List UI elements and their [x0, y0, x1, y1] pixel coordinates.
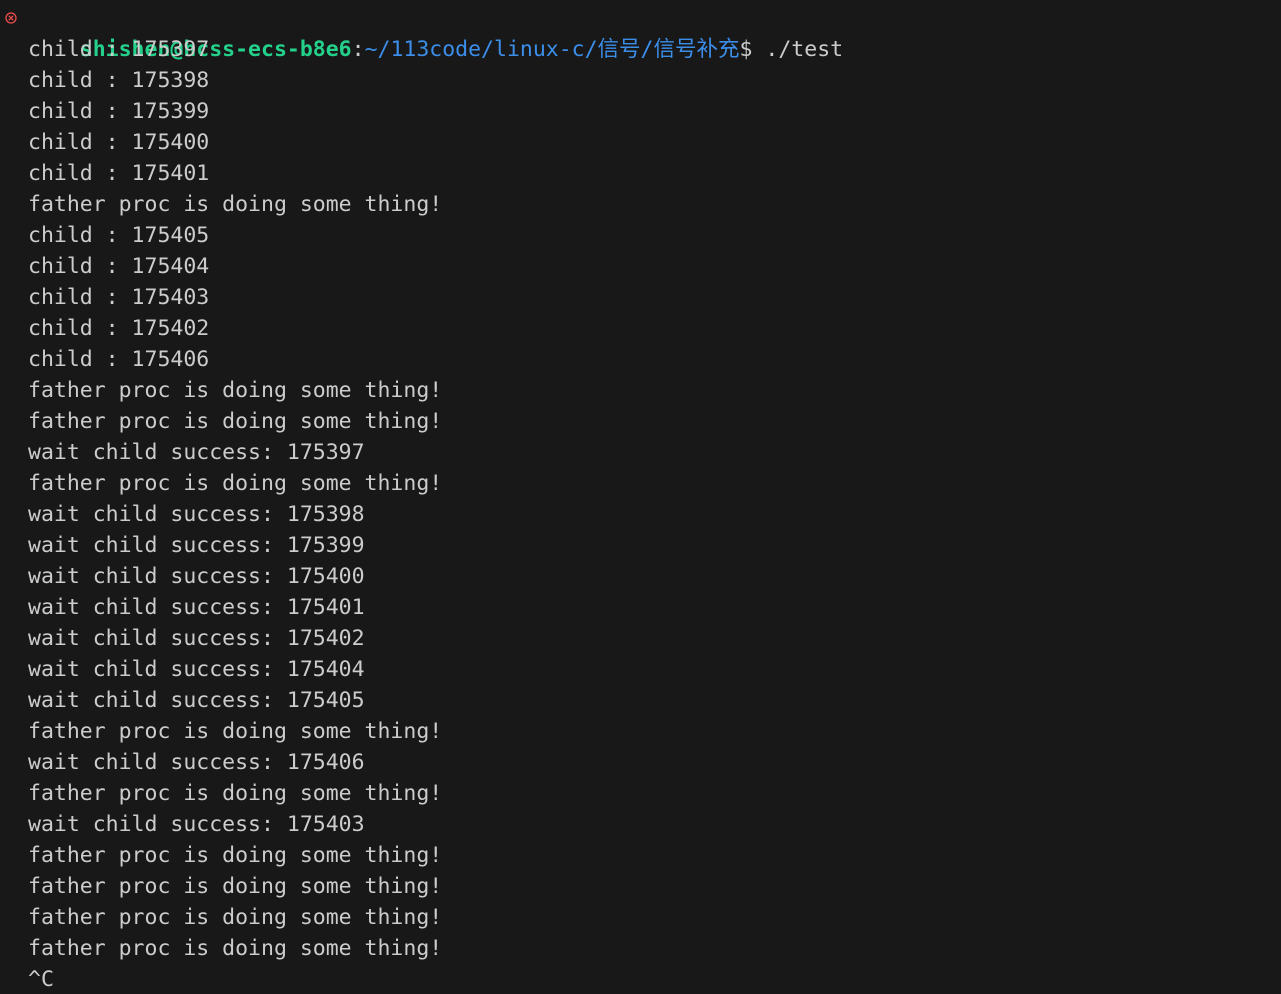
output-line: wait child success: 175406 [28, 750, 365, 775]
output-line: father proc is doing some thing! [28, 936, 443, 961]
output-line: child : 175401 [28, 161, 210, 186]
output-line: wait child success: 175403 [28, 812, 365, 837]
terminal-window[interactable]: shishen@hcss-ecs-b8e6:~/113code/linux-c/… [0, 0, 1281, 994]
output-line: father proc is doing some thing! [28, 378, 443, 403]
output-line: wait child success: 175401 [28, 595, 365, 620]
output-line: wait child success: 175400 [28, 564, 365, 589]
output-line: wait child success: 175405 [28, 688, 365, 713]
output-line: wait child success: 175397 [28, 440, 365, 465]
output-line: ^C [28, 967, 54, 992]
output-line: wait child success: 175399 [28, 533, 365, 558]
output-line: wait child success: 175398 [28, 502, 365, 527]
output-line: child : 175405 [28, 223, 210, 248]
output-line: child : 175397 [28, 37, 210, 62]
output-line: father proc is doing some thing! [28, 719, 443, 744]
output-line: father proc is doing some thing! [28, 471, 443, 496]
output-line: child : 175398 [28, 68, 210, 93]
output-line: father proc is doing some thing! [28, 781, 443, 806]
terminal-output: child : 175397 child : 175398 child : 1753… [0, 34, 1281, 994]
output-line: child : 175399 [28, 99, 210, 124]
output-line: wait child success: 175404 [28, 657, 365, 682]
output-line: father proc is doing some thing! [28, 409, 443, 434]
prompt-line: shishen@hcss-ecs-b8e6:~/113code/linux-c/… [0, 3, 1281, 62]
output-line: wait child success: 175402 [28, 626, 365, 651]
output-line: father proc is doing some thing! [28, 192, 443, 217]
output-line: father proc is doing some thing! [28, 874, 443, 899]
output-line: child : 175402 [28, 316, 210, 341]
output-line: child : 175400 [28, 130, 210, 155]
error-circle-x-icon[interactable] [5, 12, 17, 24]
output-line: father proc is doing some thing! [28, 905, 443, 930]
output-line: child : 175403 [28, 285, 210, 310]
output-line: child : 175406 [28, 347, 210, 372]
output-line: child : 175404 [28, 254, 210, 279]
output-line: father proc is doing some thing! [28, 843, 443, 868]
